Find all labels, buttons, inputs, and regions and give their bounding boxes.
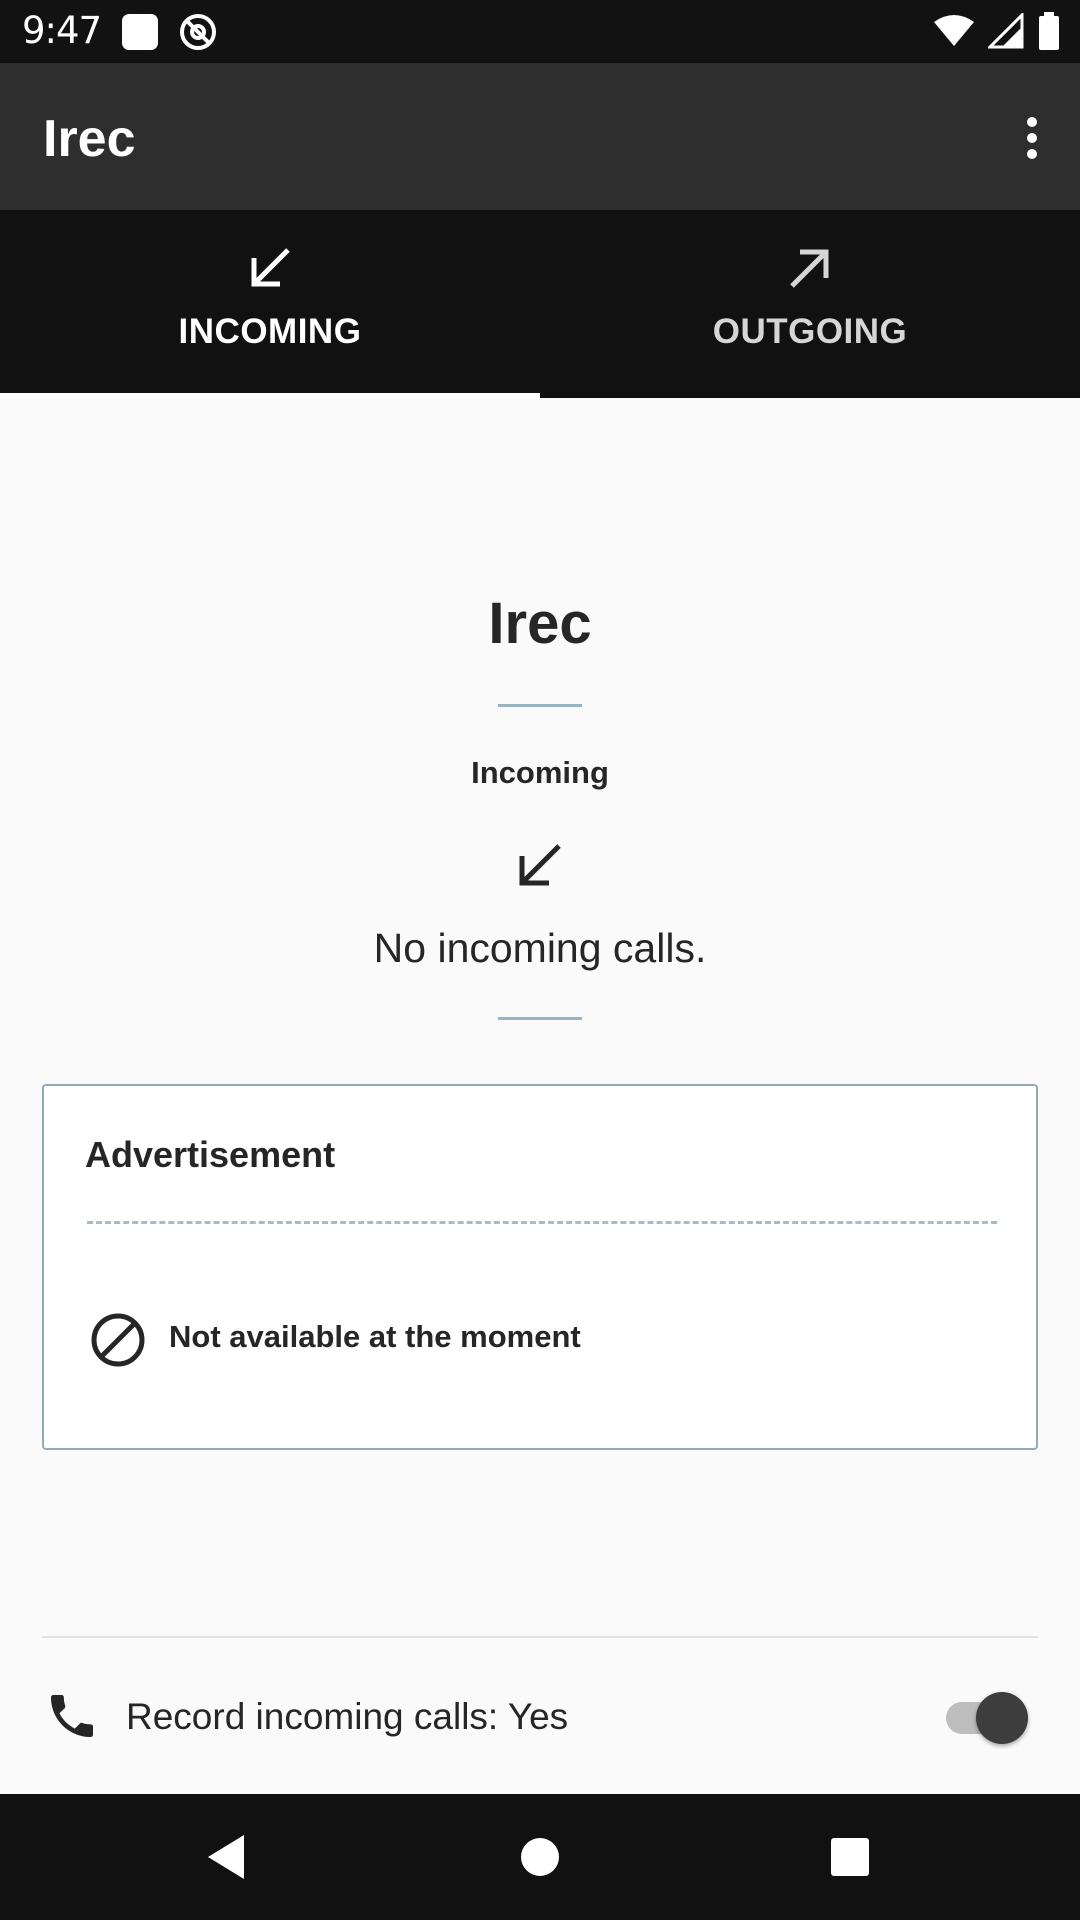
tab-indicator	[0, 393, 540, 399]
status-bar: 9:47	[0, 0, 1080, 63]
record-incoming-label: Record incoming calls: Yes	[126, 1696, 569, 1737]
more-vert-icon[interactable]	[1002, 103, 1062, 173]
recents-icon[interactable]	[820, 1827, 880, 1887]
battery-icon	[1038, 12, 1060, 50]
notification-square-icon	[120, 12, 160, 52]
app-bar: Irec	[0, 63, 1080, 210]
home-icon[interactable]	[510, 1827, 570, 1887]
cell-signal-icon	[988, 13, 1024, 49]
ad-title: Advertisement	[85, 1134, 336, 1175]
tab-bar: INCOMING OUTGOING	[0, 210, 1080, 398]
wifi-icon	[934, 14, 974, 48]
tab-outgoing-label: OUTGOING	[712, 312, 908, 351]
arrow-down-left-icon	[513, 840, 567, 894]
tab-outgoing[interactable]: OUTGOING	[540, 210, 1080, 398]
navigation-bar	[0, 1794, 1080, 1920]
arrow-down-left-icon	[248, 246, 292, 290]
record-incoming-toggle[interactable]	[944, 1688, 1030, 1744]
vpn-at-icon	[178, 12, 218, 52]
app-title: Irec	[43, 110, 136, 168]
section-label: Incoming	[471, 755, 609, 790]
advertisement-card: Advertisement Not available at the momen…	[42, 1084, 1038, 1450]
divider	[42, 1636, 1038, 1638]
back-icon[interactable]	[196, 1827, 256, 1887]
status-time: 9:47	[22, 9, 102, 52]
toggle-thumb	[976, 1692, 1028, 1744]
page-title: Irec	[488, 591, 592, 656]
ad-divider	[87, 1221, 997, 1224]
title-divider	[498, 704, 582, 707]
block-icon	[88, 1310, 148, 1370]
message-divider	[498, 1017, 582, 1020]
arrow-up-right-icon	[788, 246, 832, 290]
phone-icon	[44, 1688, 100, 1744]
empty-message: No incoming calls.	[373, 925, 707, 971]
tab-incoming[interactable]: INCOMING	[0, 210, 540, 398]
tab-incoming-label: INCOMING	[178, 312, 362, 351]
ad-status-text: Not available at the moment	[169, 1319, 581, 1354]
